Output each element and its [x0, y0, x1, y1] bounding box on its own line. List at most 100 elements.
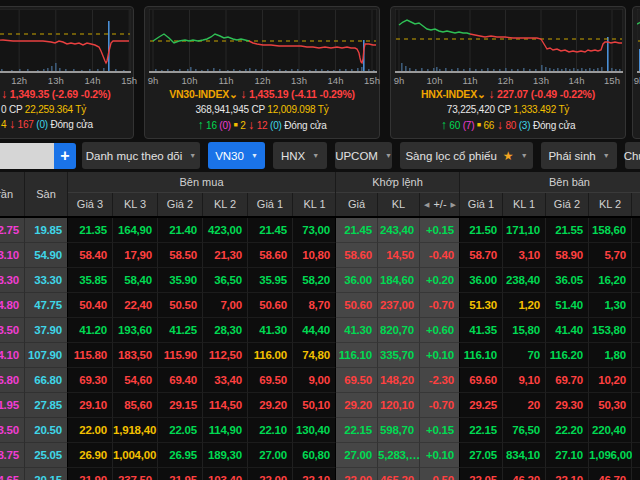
- price-cell[interactable]: 20: [503, 393, 546, 418]
- price-cell[interactable]: 41.30: [336, 318, 378, 343]
- price-cell[interactable]: 74,80: [293, 343, 336, 368]
- price-cell[interactable]: 22.05: [158, 418, 203, 443]
- price-cell[interactable]: [632, 243, 640, 268]
- price-cell[interactable]: [632, 443, 640, 468]
- price-cell[interactable]: 69.50: [248, 368, 293, 393]
- price-cell[interactable]: 46,70: [589, 468, 632, 480]
- price-cell[interactable]: [632, 393, 640, 418]
- table-row[interactable]: 54.8047.7550.4022,4050.507,0050.608,7050…: [0, 293, 640, 318]
- price-cell[interactable]: 14,50: [378, 243, 420, 268]
- price-cell[interactable]: 114,90: [203, 418, 248, 443]
- price-cell[interactable]: 58.40: [68, 243, 113, 268]
- price-cell[interactable]: 58.50: [158, 243, 203, 268]
- price-cell[interactable]: 85,60: [113, 393, 158, 418]
- price-cell[interactable]: -0.70: [420, 293, 460, 318]
- price-cell[interactable]: 41.35: [460, 318, 503, 343]
- price-cell[interactable]: -0.50: [420, 468, 460, 480]
- price-cell[interactable]: 50.50: [158, 293, 203, 318]
- price-cell[interactable]: 335,70: [378, 343, 420, 368]
- price-cell[interactable]: 70: [503, 343, 546, 368]
- price-cell[interactable]: [632, 468, 640, 480]
- price-cell[interactable]: 41.40: [546, 318, 589, 343]
- price-cell[interactable]: 50.60: [248, 293, 293, 318]
- price-cell[interactable]: 1,30: [589, 293, 632, 318]
- toolbar-tab-vn30[interactable]: VN30▼: [208, 142, 265, 169]
- price-cell[interactable]: 116.10: [460, 343, 503, 368]
- price-cell[interactable]: [632, 343, 640, 368]
- price-cell[interactable]: 21,30: [203, 243, 248, 268]
- price-cell[interactable]: 834,10: [503, 443, 546, 468]
- price-cell[interactable]: 69.30: [68, 368, 113, 393]
- price-cell[interactable]: 58.70: [460, 243, 503, 268]
- price-cell[interactable]: 27.05: [460, 443, 503, 468]
- price-cell[interactable]: -0.40: [420, 243, 460, 268]
- price-cell[interactable]: 50,10: [293, 393, 336, 418]
- price-cell[interactable]: -2.30: [420, 368, 460, 393]
- price-cell[interactable]: 5,283,…: [378, 443, 420, 468]
- index-info-text[interactable]: ⌄: [229, 88, 240, 100]
- price-cell[interactable]: 423,00: [203, 218, 248, 243]
- price-cell[interactable]: 21.95: [158, 468, 203, 480]
- price-cell[interactable]: 58,20: [293, 268, 336, 293]
- price-cell[interactable]: 22.20: [546, 418, 589, 443]
- price-cell[interactable]: 29.20: [336, 393, 378, 418]
- price-cell[interactable]: 465,20: [378, 468, 420, 480]
- column-header[interactable]: ◀+/-▶: [420, 193, 460, 216]
- price-cell[interactable]: [632, 218, 640, 243]
- price-cell[interactable]: 220,40: [589, 418, 632, 443]
- price-cell[interactable]: [632, 418, 640, 443]
- price-cell[interactable]: 21.45: [336, 218, 378, 243]
- price-cell[interactable]: 22.05: [460, 468, 503, 480]
- price-cell[interactable]: 22.10: [248, 418, 293, 443]
- price-cell[interactable]: 60,80: [293, 443, 336, 468]
- price-cell[interactable]: 116.20: [546, 343, 589, 368]
- price-cell[interactable]: 1,80: [589, 343, 632, 368]
- price-cell[interactable]: 116.10: [336, 343, 378, 368]
- price-cell[interactable]: 148,20: [378, 368, 420, 393]
- price-cell[interactable]: 58,40: [113, 268, 158, 293]
- price-cell[interactable]: 1,918,40: [113, 418, 158, 443]
- price-cell[interactable]: 50,30: [589, 393, 632, 418]
- price-cell[interactable]: 69.40: [158, 368, 203, 393]
- price-cell[interactable]: 115.80: [68, 343, 113, 368]
- price-cell[interactable]: 22.00: [336, 468, 378, 480]
- price-cell[interactable]: 238,40: [503, 268, 546, 293]
- price-cell[interactable]: 22.15: [336, 418, 378, 443]
- price-cell[interactable]: [632, 368, 640, 393]
- price-cell[interactable]: 22.15: [460, 418, 503, 443]
- toolbar-tab-ph-i-sinh[interactable]: Phái sinh▼: [541, 142, 617, 169]
- price-cell[interactable]: 29.10: [68, 393, 113, 418]
- index-name-dropdown[interactable]: VN30-INDEX: [169, 88, 229, 100]
- price-cell[interactable]: 3,10: [503, 243, 546, 268]
- table-row[interactable]: 23.5020.5022.001,918,4022.05114,9022.101…: [0, 418, 640, 443]
- price-cell[interactable]: 27.00: [336, 443, 378, 468]
- index-info-text[interactable]: ⌄: [477, 88, 488, 100]
- price-cell[interactable]: 237,00: [378, 293, 420, 318]
- price-cell[interactable]: 115.90: [158, 343, 203, 368]
- price-cell[interactable]: 69.50: [336, 368, 378, 393]
- price-cell[interactable]: +0.60: [420, 318, 460, 343]
- price-cell[interactable]: 114,50: [203, 393, 248, 418]
- price-cell[interactable]: 54,60: [113, 368, 158, 393]
- price-cell[interactable]: 33,40: [203, 368, 248, 393]
- price-cell[interactable]: 50.40: [68, 293, 113, 318]
- price-cell[interactable]: 76,50: [503, 418, 546, 443]
- table-row[interactable]: 63.1054.9058.4017,9058.5021,3058.6010,80…: [0, 243, 640, 268]
- price-cell[interactable]: 237,50: [113, 468, 158, 480]
- price-cell[interactable]: 8,70: [293, 293, 336, 318]
- price-cell[interactable]: 35.90: [158, 268, 203, 293]
- price-cell[interactable]: 17,90: [113, 243, 158, 268]
- table-row[interactable]: 43.5037.9041.20193,6041.2528,3041.3044,4…: [0, 318, 640, 343]
- toolbar-tab-upcom[interactable]: UPCOM▼: [335, 142, 392, 169]
- price-cell[interactable]: 51.30: [460, 293, 503, 318]
- price-cell[interactable]: [632, 293, 640, 318]
- price-cell[interactable]: [632, 318, 640, 343]
- price-cell[interactable]: 171,10: [503, 218, 546, 243]
- price-cell[interactable]: 16,20: [589, 268, 632, 293]
- price-cell[interactable]: 26.95: [158, 443, 203, 468]
- price-cell[interactable]: 58.90: [546, 243, 589, 268]
- price-cell[interactable]: 243,40: [378, 218, 420, 243]
- price-cell[interactable]: 46,20: [503, 468, 546, 480]
- price-cell[interactable]: 29.30: [546, 393, 589, 418]
- price-cell[interactable]: 22.10: [546, 468, 589, 480]
